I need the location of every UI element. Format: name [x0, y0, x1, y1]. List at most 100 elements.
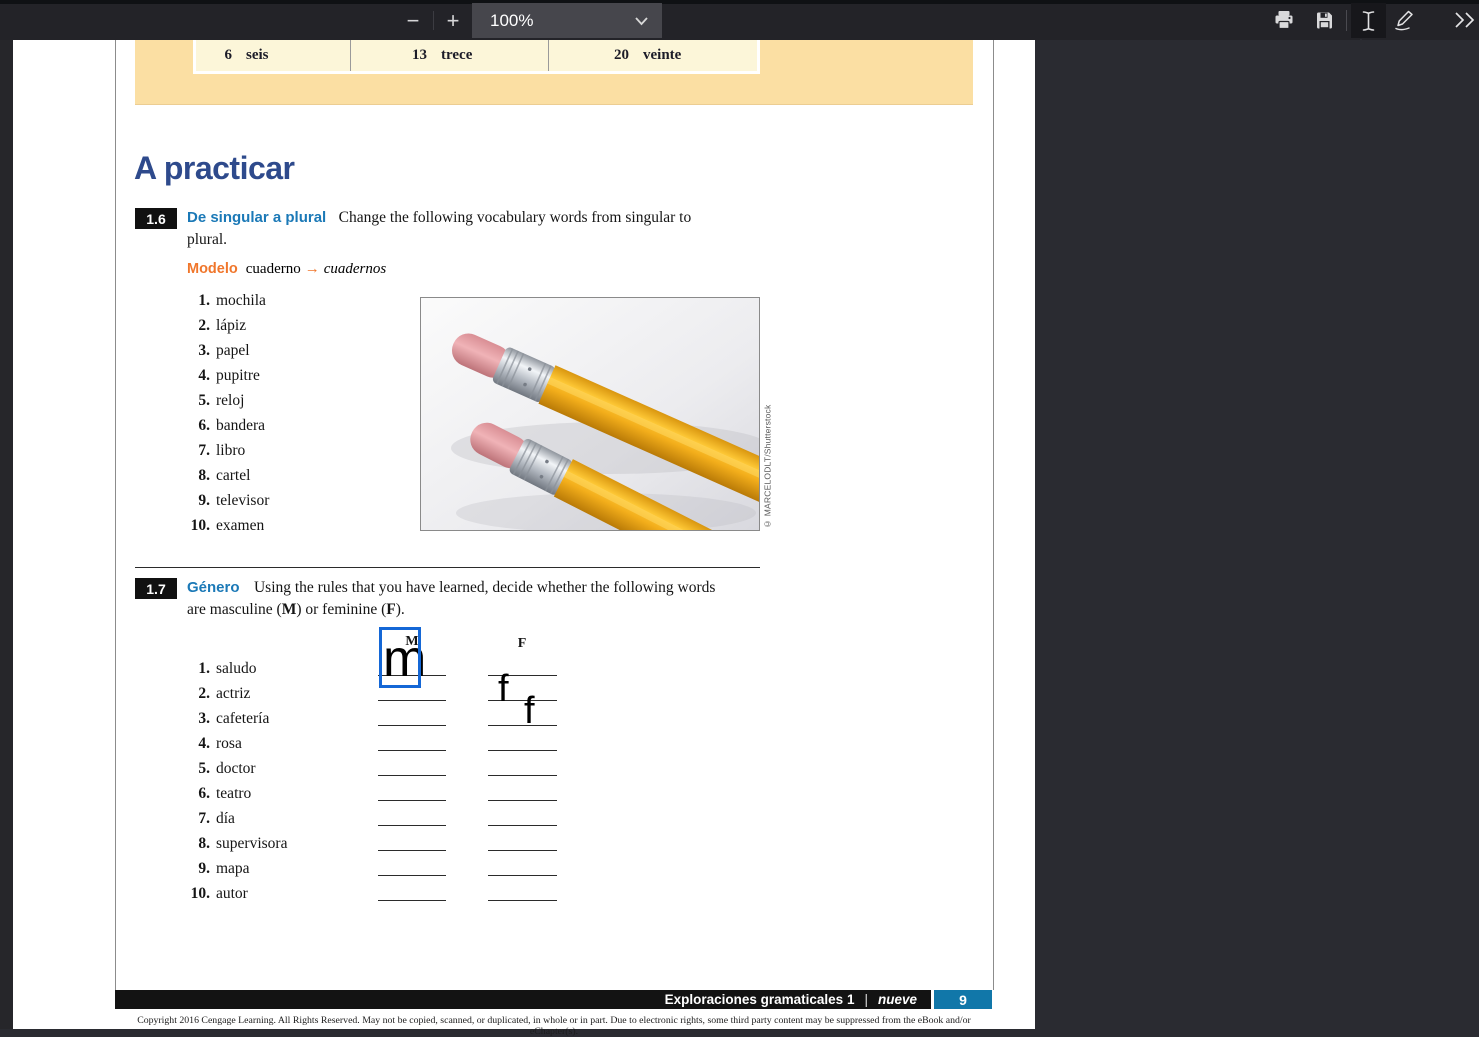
item-number: 6. — [182, 785, 210, 803]
answer-blank-f[interactable] — [488, 900, 557, 901]
answer-blank-m[interactable] — [378, 875, 446, 876]
item-word: autor — [216, 885, 248, 903]
page-right-rule — [993, 40, 994, 990]
modelo-example: Modelocuaderno→cuadernos — [187, 260, 386, 278]
number-word: trece — [441, 47, 472, 64]
item-number: 6. — [182, 417, 210, 435]
answer-blank-f[interactable] — [488, 850, 557, 851]
item-number: 1. — [182, 292, 210, 310]
list-item: 9. mapa — [182, 856, 582, 881]
modelo-to: cuadernos — [324, 261, 387, 277]
item-word: rosa — [216, 735, 242, 753]
item-number: 10. — [182, 885, 210, 903]
list-item: 5. doctor — [182, 756, 582, 781]
zoom-in-button[interactable]: + — [438, 4, 468, 38]
item-number: 10. — [182, 517, 210, 535]
pen-tool-icon — [1392, 8, 1416, 32]
chevron-down-icon — [635, 17, 648, 26]
exercise-17-heading: Género Using the rules that you have lea… — [187, 579, 715, 597]
number-value: 13 — [403, 47, 427, 64]
exercise-number-badge: 1.6 — [135, 208, 177, 229]
exercise-instructions-cont: are masculine (M) or feminine (F). — [187, 601, 405, 619]
exercise-17-list: 1.saludo 2.actriz 3.cafetería 4.rosa 5.d… — [182, 656, 582, 906]
number-value: 6 — [208, 47, 232, 64]
answer-blank-f[interactable] — [488, 750, 557, 751]
zoom-level-dropdown[interactable]: 100% — [472, 3, 662, 38]
item-word: libro — [216, 442, 245, 460]
vocabulary-table-background: 6 seis 13 trece 20 veinte — [135, 40, 973, 105]
item-word: mapa — [216, 860, 250, 878]
text-annotation-f[interactable]: f — [524, 692, 535, 730]
copyright-notice: Copyright 2016 Cengage Learning. All Rig… — [115, 1015, 993, 1037]
item-number: 9. — [182, 860, 210, 878]
answer-blank-m[interactable] — [378, 800, 446, 801]
answer-blank-m[interactable] — [378, 725, 446, 726]
answer-blank-m[interactable] — [378, 825, 446, 826]
page-footer-bar: Exploraciones gramaticales 1 | nueve — [115, 990, 931, 1009]
viewer-left-edge — [0, 40, 13, 1029]
answer-blank-m[interactable] — [378, 700, 446, 701]
list-item: 6.teatro — [182, 781, 582, 806]
answer-blank-f[interactable] — [488, 725, 557, 726]
annotation-selection-box[interactable] — [379, 627, 421, 688]
item-number: 3. — [182, 342, 210, 360]
answer-blank-m[interactable] — [378, 775, 446, 776]
section-divider — [135, 567, 760, 568]
item-word: papel — [216, 342, 250, 360]
item-word: supervisora — [216, 835, 287, 853]
save-icon — [1314, 10, 1335, 31]
number-word: veinte — [643, 47, 681, 64]
answer-blank-m[interactable] — [378, 850, 446, 851]
answer-blank-m[interactable] — [378, 900, 446, 901]
viewer-background — [1035, 40, 1479, 1029]
toolbar-divider — [433, 11, 434, 30]
item-number: 8. — [182, 467, 210, 485]
item-number: 4. — [182, 367, 210, 385]
footer-divider: | — [864, 992, 868, 1007]
pen-tool-button[interactable] — [1391, 8, 1417, 32]
item-number: 7. — [182, 810, 210, 828]
instr-part: ) or feminine ( — [296, 601, 386, 618]
instr-part: F — [386, 601, 395, 618]
print-button[interactable] — [1271, 8, 1297, 32]
answer-blank-f[interactable] — [488, 800, 557, 801]
item-word: actriz — [216, 685, 250, 703]
item-word: bandera — [216, 417, 265, 435]
text-tool-button[interactable] — [1351, 3, 1386, 38]
answer-blank-f[interactable] — [488, 825, 557, 826]
table-cell: 13 trece — [350, 40, 548, 71]
answer-blank-m[interactable] — [378, 750, 446, 751]
column-header-feminine: F — [488, 636, 556, 652]
item-number: 9. — [182, 492, 210, 510]
exercise-instructions: Change the following vocabulary words fr… — [339, 209, 692, 226]
instr-part: M — [282, 601, 297, 618]
exercise-16-heading: De singular a plural Change the followin… — [187, 209, 691, 227]
item-number: 7. — [182, 442, 210, 460]
list-item: 4.rosa — [182, 731, 582, 756]
item-word: pupitre — [216, 367, 260, 385]
item-word: doctor — [216, 760, 256, 778]
exercise-title: De singular a plural — [187, 209, 326, 226]
number-word: seis — [246, 47, 269, 64]
item-word: cartel — [216, 467, 250, 485]
zoom-out-button[interactable]: − — [398, 4, 428, 38]
list-item: 10. autor — [182, 881, 582, 906]
item-word: reloj — [216, 392, 244, 410]
save-button[interactable] — [1311, 8, 1337, 32]
exercise-number-badge: 1.7 — [135, 578, 177, 599]
item-word: mochila — [216, 292, 266, 310]
modelo-label: Modelo — [187, 261, 238, 277]
table-cell: 20 veinte — [548, 40, 757, 71]
photo-credit: © MARCELODLT/Shutterstock — [761, 297, 774, 529]
toolbar-top-strip — [0, 0, 1479, 4]
toolbar-divider — [1346, 10, 1347, 31]
expand-tools-button[interactable] — [1450, 8, 1479, 32]
text-annotation-f[interactable]: f — [498, 670, 509, 708]
instr-part: are masculine ( — [187, 601, 282, 618]
item-word: saludo — [216, 660, 256, 678]
item-number: 5. — [182, 760, 210, 778]
table-cell: 6 seis — [196, 40, 350, 71]
answer-blank-f[interactable] — [488, 775, 557, 776]
answer-blank-f[interactable] — [488, 875, 557, 876]
footer-page-word: nueve — [878, 992, 917, 1007]
